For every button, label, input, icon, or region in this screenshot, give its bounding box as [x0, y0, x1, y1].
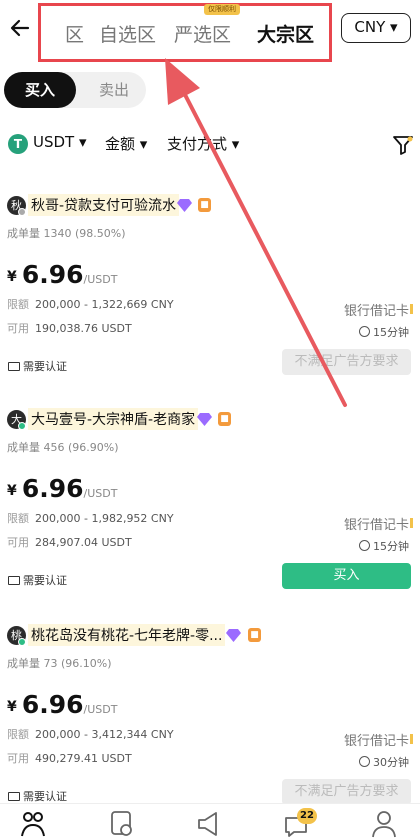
- trade-side-toggle: 买入 卖出: [4, 72, 146, 108]
- online-status-icon: [18, 208, 26, 216]
- order-stats: 成单量 1340 (98.50%): [7, 227, 126, 240]
- order-stats: 成单量 73 (96.10%): [7, 657, 112, 670]
- payment-method: 银行借记卡: [343, 304, 409, 319]
- diamond-icon: [197, 413, 212, 426]
- header: 区 自选区 仅限顺利 严选区 大宗区 CNY ▾: [0, 0, 420, 62]
- sell-tab[interactable]: 卖出: [82, 72, 146, 108]
- yanxuan-badge: 仅限顺利: [204, 4, 240, 15]
- tab-bulk[interactable]: 大宗区: [257, 20, 314, 47]
- tab-selected[interactable]: 严选区: [174, 20, 231, 47]
- clock-icon: [359, 540, 370, 551]
- shield-icon: ■: [218, 412, 231, 426]
- available-amount: 可用 284,907.04 USDT: [7, 536, 132, 549]
- ad-card: 桃 桃花岛没有桃花-七年老牌-零... ■ 成单量 73 (96.10%) ¥ …: [0, 624, 420, 826]
- usdt-coin-icon: T: [8, 134, 28, 154]
- order-stats: 成单量 456 (96.90%): [7, 441, 119, 454]
- merchant-name[interactable]: 秋哥-贷款支付可验流水: [28, 194, 180, 216]
- online-status-icon: [18, 638, 26, 646]
- filter-bar: T USDT ▾ 金额 ▾ 支付方式 ▾: [0, 130, 420, 158]
- coin-filter[interactable]: USDT ▾: [33, 133, 87, 151]
- payment-method: 银行借记卡: [343, 734, 409, 749]
- id-card-icon: [8, 792, 20, 801]
- diamond-icon: [177, 199, 192, 212]
- merchant-name[interactable]: 大马壹号-大宗神盾-老商家: [28, 408, 199, 430]
- price: ¥ 6.96/USDT: [7, 260, 118, 289]
- clock-icon: [359, 326, 370, 337]
- profile-icon[interactable]: [371, 810, 397, 838]
- orders-icon[interactable]: [109, 810, 135, 838]
- tab-favorites[interactable]: 自选区: [99, 20, 156, 47]
- currency-select[interactable]: CNY ▾: [341, 13, 411, 43]
- buy-button-disabled: 不满足广告方要求: [282, 349, 411, 375]
- available-amount: 可用 490,279.41 USDT: [7, 752, 132, 765]
- buy-tab[interactable]: 买入: [4, 72, 76, 108]
- limit-range: 限额 200,000 - 1,322,669 CNY: [7, 298, 174, 311]
- payment-time: 30分钟: [359, 754, 409, 770]
- amount-filter[interactable]: 金额 ▾: [105, 133, 147, 154]
- ad-card: 大 大马壹号-大宗神盾-老商家 ■ 成单量 456 (96.90%) ¥ 6.9…: [0, 408, 420, 610]
- back-arrow-icon[interactable]: [8, 14, 32, 42]
- p2p-icon[interactable]: [20, 810, 46, 838]
- shield-icon: ■: [198, 198, 211, 212]
- tab-zone-partial[interactable]: 区: [60, 20, 84, 47]
- limit-range: 限额 200,000 - 1,982,952 CNY: [7, 512, 174, 525]
- filter-icon[interactable]: [392, 134, 414, 156]
- payment-method: 银行借记卡: [343, 518, 409, 533]
- zone-tabs: 区 自选区 仅限顺利 严选区 大宗区: [38, 3, 332, 62]
- buy-button-disabled: 不满足广告方要求: [282, 779, 411, 805]
- diamond-icon: [226, 629, 241, 642]
- buy-button[interactable]: 买入: [282, 563, 411, 589]
- available-amount: 可用 190,038.76 USDT: [7, 322, 132, 335]
- ad-card: 秋 秋哥-贷款支付可验流水 ■ 成单量 1340 (98.50%) ¥ 6.96…: [0, 194, 420, 396]
- online-status-icon: [18, 422, 26, 430]
- price: ¥ 6.96/USDT: [7, 474, 118, 503]
- payment-color-bar: [410, 518, 413, 528]
- id-card-icon: [8, 362, 20, 371]
- payment-time: 15分钟: [359, 324, 409, 340]
- chat-badge: 22: [297, 808, 317, 824]
- payment-time: 15分钟: [359, 538, 409, 554]
- verification-required: 需要认证: [8, 572, 67, 588]
- verification-required: 需要认证: [8, 358, 67, 374]
- verification-required: 需要认证: [8, 788, 67, 804]
- merchant-name[interactable]: 桃花岛没有桃花-七年老牌-零...: [28, 624, 226, 646]
- payment-color-bar: [410, 734, 413, 744]
- price: ¥ 6.96/USDT: [7, 690, 118, 719]
- limit-range: 限额 200,000 - 3,412,344 CNY: [7, 728, 174, 741]
- clock-icon: [359, 756, 370, 767]
- bottom-nav: 22: [0, 803, 420, 838]
- announcement-icon[interactable]: [196, 810, 222, 838]
- payment-filter[interactable]: 支付方式 ▾: [167, 133, 239, 154]
- payment-color-bar: [410, 304, 413, 314]
- shield-icon: ■: [248, 628, 261, 642]
- id-card-icon: [8, 576, 20, 585]
